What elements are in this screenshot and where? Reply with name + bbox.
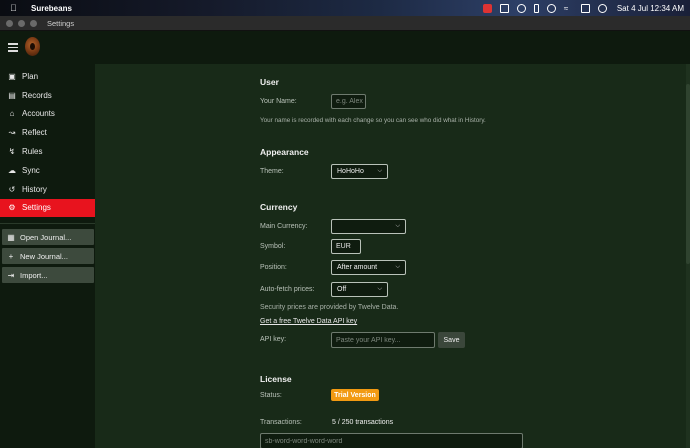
menu-bar:  Surebeans ≈ Sat 4 Jul 12:34 AM	[0, 0, 690, 16]
position-value: After amount	[337, 264, 378, 271]
your-name-input[interactable]	[331, 94, 366, 109]
open-journal-label: Open Journal...	[20, 232, 72, 242]
sidebar-item-settings[interactable]: ⚙ Settings	[0, 198, 95, 218]
symbol-label: Symbol:	[260, 243, 286, 250]
close-window-button[interactable]	[6, 19, 13, 27]
chevron-down-icon: ⌵	[395, 223, 400, 229]
currency-heading: Currency	[260, 202, 298, 212]
window-title: Settings	[47, 18, 75, 28]
api-key-label: API key:	[260, 336, 287, 343]
scrollbar-thumb[interactable]	[686, 84, 690, 264]
sidebar-item-sync[interactable]: ☁ Sync	[0, 161, 95, 180]
sidebar-item-reflect[interactable]: ↝ Reflect	[0, 123, 95, 142]
app-name[interactable]: Surebeans	[31, 4, 72, 13]
siri-icon[interactable]	[597, 3, 607, 13]
position-select[interactable]: After amount ⌵	[331, 260, 406, 275]
wifi-icon[interactable]: ≈	[564, 4, 573, 13]
appearance-heading: Appearance	[260, 147, 309, 157]
battery-icon[interactable]	[533, 3, 539, 13]
window-titlebar: Settings	[0, 16, 690, 31]
zoom-window-button[interactable]	[30, 19, 37, 27]
sidebar-divider	[0, 223, 95, 225]
sidebar-item-plan[interactable]: ▣ Plan	[0, 67, 95, 86]
sidebar: ▣ Plan ▤ Records ⌂ Accounts ↝ Reflect ↯ …	[0, 64, 95, 448]
history-icon: ↺	[8, 184, 16, 194]
main-currency-select[interactable]: ⌵	[331, 219, 406, 234]
import-icon: ⇥	[7, 270, 15, 280]
chevron-down-icon: ⌵	[377, 286, 382, 292]
sidebar-item-label: History	[22, 184, 47, 194]
status-label: Status:	[260, 392, 282, 399]
menu-bar-clock[interactable]: Sat 4 Jul 12:34 AM	[617, 4, 684, 13]
auto-fetch-value: Off	[337, 286, 347, 293]
sidebar-item-label: Plan	[22, 71, 39, 81]
api-key-link[interactable]: Get a free Twelve Data API key	[260, 318, 357, 325]
minimize-window-button[interactable]	[18, 19, 25, 27]
sidebar-item-history[interactable]: ↺ History	[0, 180, 95, 199]
sidebar-item-records[interactable]: ▤ Records	[0, 86, 95, 105]
import-label: Import...	[20, 270, 48, 280]
gear-icon: ⚙	[8, 203, 16, 213]
menu-bar-status: ≈ Sat 4 Jul 12:34 AM	[482, 0, 684, 16]
chevron-down-icon: ⌵	[377, 168, 382, 174]
sidebar-item-label: Accounts	[22, 109, 55, 119]
import-button[interactable]: ⇥ Import...	[2, 267, 94, 284]
bluetooth-icon[interactable]	[546, 3, 556, 13]
user-heading: User	[260, 77, 279, 87]
sidebar-item-label: Settings	[22, 203, 51, 213]
main-currency-label: Main Currency:	[260, 223, 308, 230]
sidebar-item-label: Records	[22, 90, 52, 100]
position-label: Position:	[260, 264, 287, 271]
apple-icon[interactable]: 	[10, 3, 19, 13]
rules-icon: ↯	[8, 147, 16, 157]
your-name-label: Your Name:	[260, 98, 297, 105]
provider-note: Security prices are provided by Twelve D…	[260, 304, 399, 311]
license-heading: License	[260, 374, 292, 384]
clock-icon[interactable]	[516, 3, 526, 13]
settings-content: User Your Name: Your name is recorded wi…	[95, 64, 690, 448]
sidebar-item-label: Reflect	[22, 128, 47, 138]
sidebar-item-label: Sync	[22, 165, 40, 175]
scrollbar-track[interactable]	[686, 64, 690, 448]
bank-icon: ⌂	[9, 109, 15, 119]
theme-label: Theme:	[260, 168, 284, 175]
sidebar-item-label: Rules	[22, 147, 43, 157]
your-name-hint: Your name is recorded with each change s…	[260, 117, 486, 124]
status-badge: Trial Version	[331, 389, 379, 401]
app-logo	[25, 37, 40, 56]
folder-icon: ▦	[7, 232, 15, 242]
calendar-icon: ▣	[8, 71, 16, 81]
license-key-input[interactable]	[260, 433, 523, 448]
new-journal-label: New Journal...	[20, 251, 68, 261]
sidebar-item-rules[interactable]: ↯ Rules	[0, 142, 95, 161]
auto-fetch-select[interactable]: Off ⌵	[331, 282, 388, 297]
app-header	[0, 31, 690, 64]
auto-fetch-label: Auto-fetch prices:	[260, 286, 315, 293]
sidebar-item-accounts[interactable]: ⌂ Accounts	[0, 105, 95, 124]
plus-icon: +	[8, 251, 14, 261]
open-journal-button[interactable]: ▦ Open Journal...	[2, 229, 94, 246]
save-api-key-button[interactable]: Save	[438, 332, 465, 348]
symbol-input[interactable]	[331, 239, 361, 254]
screen-icon[interactable]	[499, 3, 509, 13]
control-center-icon[interactable]	[580, 3, 590, 13]
theme-select[interactable]: HoHoHo ⌵	[331, 164, 388, 179]
transactions-label: Transactions:	[260, 419, 302, 426]
app-status-icon[interactable]	[482, 3, 492, 13]
new-journal-button[interactable]: + New Journal...	[2, 248, 94, 265]
list-icon: ▤	[8, 90, 16, 100]
chart-icon: ↝	[8, 128, 16, 138]
transactions-count: 5 / 250 transactions	[332, 419, 394, 426]
api-key-input[interactable]	[331, 332, 435, 348]
menu-icon[interactable]	[8, 43, 18, 52]
chevron-down-icon: ⌵	[395, 264, 400, 270]
theme-value: HoHoHo	[337, 168, 364, 175]
sync-icon: ☁	[8, 165, 16, 175]
